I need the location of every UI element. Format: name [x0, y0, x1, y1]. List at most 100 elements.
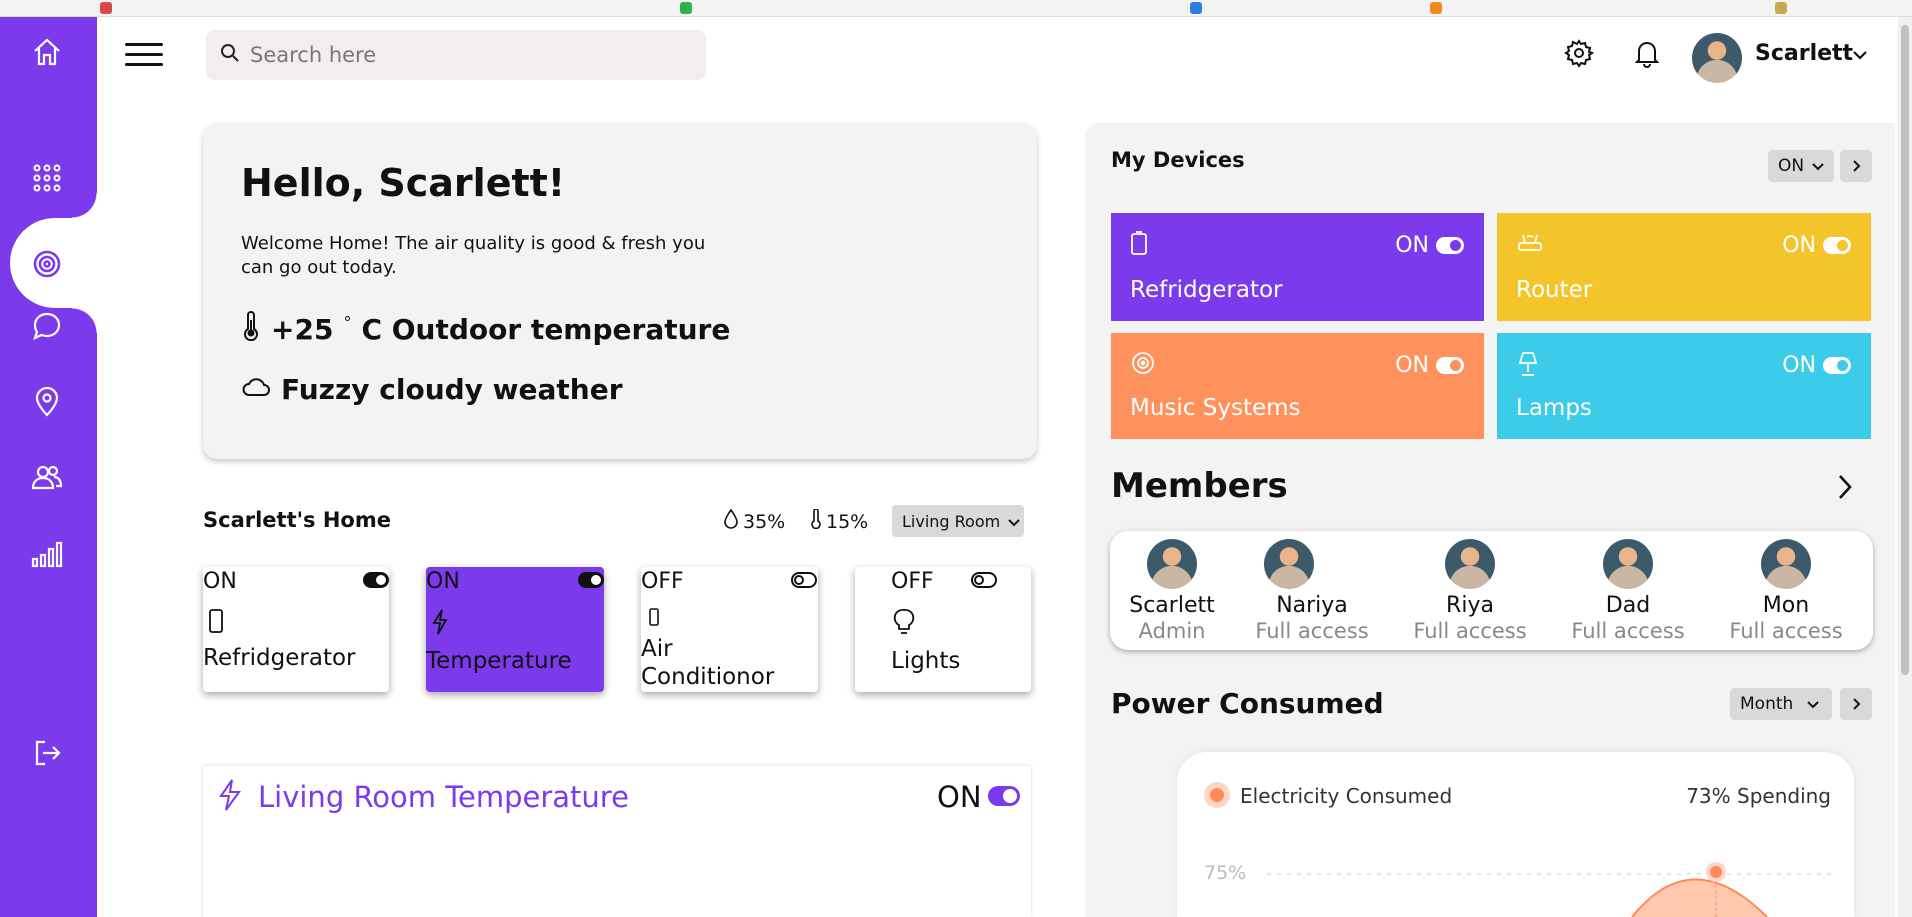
user-avatar[interactable] — [1692, 33, 1742, 83]
scrollbar[interactable] — [1898, 17, 1912, 917]
living-room-state: ON — [937, 780, 982, 814]
outdoor-temperature: +25 ° C Outdoor temperature — [241, 311, 730, 348]
chevron-right-icon[interactable] — [1837, 473, 1853, 505]
speaker-icon — [1131, 351, 1155, 379]
my-devices-next-button[interactable] — [1840, 150, 1872, 182]
member-role: Full access — [1255, 619, 1369, 643]
my-devices-select[interactable]: ON — [1768, 150, 1834, 182]
member-item[interactable]: Mon Full access — [1726, 539, 1846, 643]
browser-bookmarks-bar — [0, 0, 1912, 17]
search-icon — [220, 43, 240, 67]
device-name: Music Systems — [1130, 395, 1301, 421]
power-chart — [1267, 862, 1837, 917]
device-toggle[interactable] — [971, 572, 997, 588]
menu-toggle-button[interactable] — [125, 43, 163, 67]
chevron-down-icon — [1812, 156, 1824, 176]
members-title: Members — [1111, 466, 1288, 506]
search-input[interactable] — [250, 43, 690, 67]
lightning-icon — [432, 609, 448, 639]
member-name: Mon — [1762, 593, 1810, 618]
home-section-title: Scarlett's Home — [203, 508, 391, 532]
device-card-lamps[interactable]: ON Lamps — [1497, 333, 1871, 439]
member-name: Nariya — [1276, 593, 1348, 618]
device-toggle[interactable] — [578, 572, 604, 588]
router-icon — [1517, 231, 1543, 257]
device-toggle[interactable] — [363, 572, 389, 588]
member-item[interactable]: Riya Full access — [1410, 539, 1530, 643]
bookmark-icon[interactable] — [1190, 2, 1202, 14]
apps-grid-icon[interactable] — [29, 160, 65, 196]
temperature-value: 15% — [826, 510, 869, 533]
device-toggle[interactable] — [1436, 237, 1464, 254]
user-name-label[interactable]: Scarlett — [1755, 41, 1853, 66]
thermometer-icon — [241, 311, 261, 348]
member-role: Admin — [1138, 619, 1206, 643]
bell-icon[interactable] — [1630, 36, 1664, 70]
power-period-select[interactable]: Month — [1730, 688, 1832, 720]
room-select[interactable]: Living Room — [892, 505, 1024, 537]
device-name: Refridgerator — [1130, 277, 1283, 303]
degree-symbol: ° — [343, 313, 352, 332]
device-card-router[interactable]: ON Router — [1497, 213, 1871, 321]
member-avatar — [1264, 539, 1314, 589]
temperature-stat: 15% — [810, 508, 869, 534]
bookmark-icon[interactable] — [100, 2, 112, 14]
device-name: Router — [1516, 277, 1593, 303]
member-avatar — [1147, 539, 1197, 589]
stats-bars-icon[interactable] — [29, 536, 65, 572]
temperature-label: C Outdoor temperature — [361, 313, 731, 346]
member-avatar — [1603, 539, 1653, 589]
chat-icon[interactable] — [29, 308, 65, 344]
member-item[interactable]: Nariya Full access — [1252, 539, 1372, 643]
device-state: ON — [1395, 353, 1429, 378]
greeting-title: Hello, Scarlett! — [241, 161, 566, 205]
greeting-message: Welcome Home! The air quality is good & … — [241, 233, 706, 278]
bookmark-icon[interactable] — [680, 2, 692, 14]
device-tile-temperature[interactable]: ON Temperature — [426, 567, 604, 692]
users-icon[interactable] — [29, 460, 65, 496]
member-name: Riya — [1446, 593, 1494, 618]
device-state: ON — [1782, 233, 1816, 258]
search-bar[interactable] — [206, 30, 706, 80]
members-card: Scarlett Admin Nariya Full access Riya F… — [1110, 531, 1873, 650]
member-name: Scarlett — [1129, 593, 1215, 618]
device-state: ON — [1782, 353, 1816, 378]
member-item[interactable]: Scarlett Admin — [1112, 539, 1232, 643]
target-icon[interactable] — [29, 246, 65, 282]
power-consumed-card: Electricity Consumed 73% Spending 75% — [1177, 752, 1854, 917]
logout-icon[interactable] — [29, 735, 65, 771]
bookmark-icon[interactable] — [1775, 2, 1787, 14]
my-devices-select-value: ON — [1778, 156, 1805, 176]
device-card-music-systems[interactable]: ON Music Systems — [1111, 333, 1484, 439]
power-next-button[interactable] — [1840, 688, 1872, 720]
device-name: Refridgerator — [203, 645, 356, 671]
device-toggle[interactable] — [791, 572, 817, 588]
device-card-refridgerator[interactable]: ON Refridgerator — [1111, 213, 1484, 321]
location-pin-icon[interactable] — [29, 384, 65, 420]
device-tile-lights[interactable]: OFF Lights — [855, 567, 1031, 692]
member-avatar — [1761, 539, 1811, 589]
sidebar — [0, 17, 97, 917]
device-name: Temperature — [426, 648, 572, 674]
chevron-down-icon — [1807, 694, 1820, 714]
member-item[interactable]: Dad Full access — [1568, 539, 1688, 643]
member-name: Dad — [1605, 593, 1651, 618]
chevron-down-icon — [1008, 512, 1020, 531]
bookmark-icon[interactable] — [1430, 2, 1442, 14]
chevron-down-icon[interactable] — [1850, 40, 1870, 70]
member-role: Full access — [1571, 619, 1685, 643]
device-toggle[interactable] — [1436, 357, 1464, 374]
device-state: OFF — [641, 569, 684, 594]
device-tile-air-conditionor[interactable]: OFF Air Conditionor — [641, 567, 818, 692]
device-toggle[interactable] — [1823, 357, 1851, 374]
room-select-value: Living Room — [902, 511, 1001, 531]
greeting-card: Hello, Scarlett! Welcome Home! The air q… — [203, 123, 1037, 459]
device-tile-refridgerator[interactable]: ON Refridgerator — [203, 567, 389, 692]
member-role: Full access — [1413, 619, 1527, 643]
gear-icon[interactable] — [1562, 36, 1596, 70]
home-icon[interactable] — [29, 34, 65, 70]
living-room-toggle[interactable] — [988, 786, 1020, 806]
member-avatar — [1445, 539, 1495, 589]
device-toggle[interactable] — [1823, 237, 1851, 254]
device-state: ON — [1395, 233, 1429, 258]
